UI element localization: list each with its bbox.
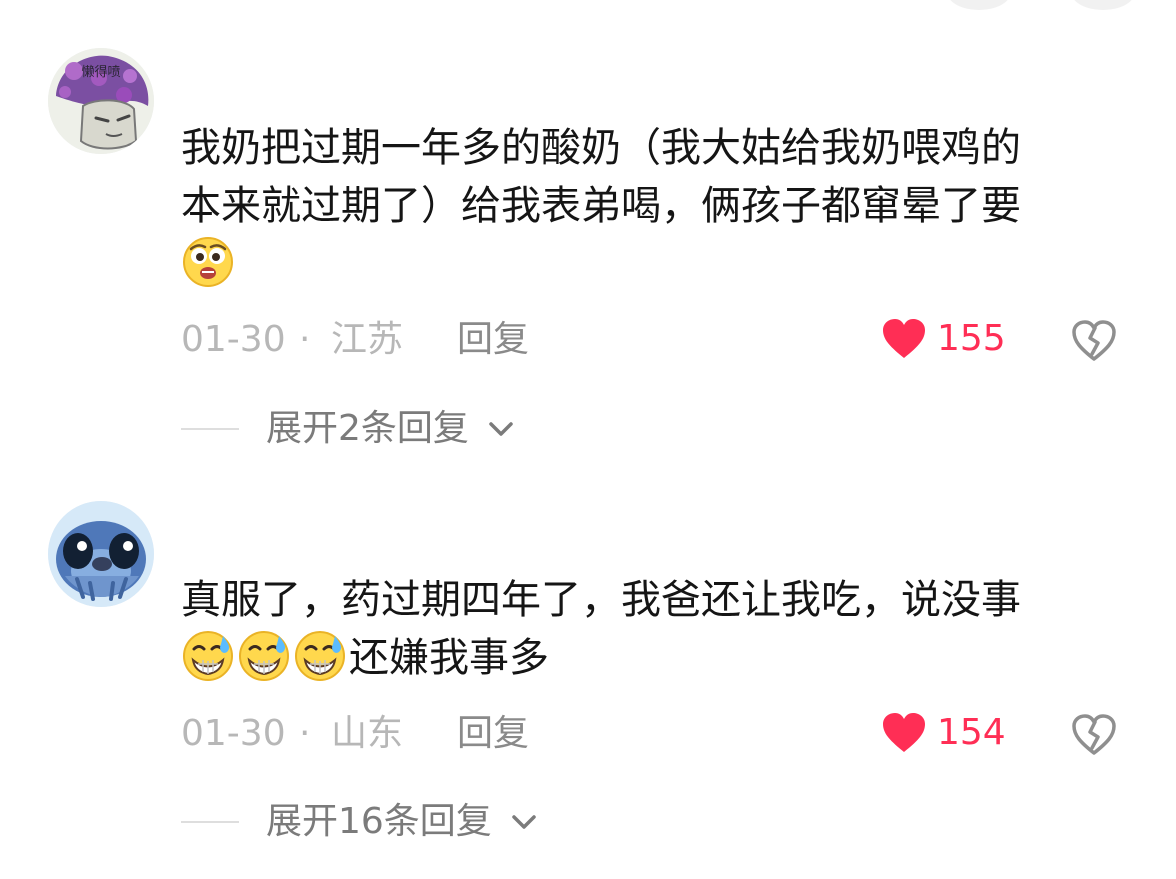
expand-divider <box>181 428 239 430</box>
avatar[interactable]: 懒得喷 <box>48 48 154 154</box>
broken-heart-icon <box>1072 714 1116 755</box>
heart-icon <box>883 713 925 752</box>
expand-replies-button[interactable]: 展开2条回复 <box>266 406 514 452</box>
comment-line: 本来就过期了）给我表弟喝，俩孩子都窜晕了要 <box>181 183 1021 229</box>
comment-location: 江苏 <box>331 319 404 360</box>
chevron-down-icon <box>512 815 537 829</box>
heart-icon <box>883 319 925 358</box>
top-action-chip[interactable] <box>1071 0 1135 10</box>
like-button[interactable]: 155 <box>881 318 1011 362</box>
comment-line: 我奶把过期一年多的酸奶（我大姑给我奶喂鸡的 <box>181 125 1021 171</box>
grin-sweat-emoji <box>293 629 347 683</box>
like-button[interactable]: 154 <box>881 712 1011 756</box>
comment-date: 01-30 <box>181 713 286 754</box>
chevron-down-icon <box>489 422 514 436</box>
comment-line: 真服了，药过期四年了，我爸还让我吃，说没事 <box>181 577 1021 623</box>
grin-sweat-emoji <box>237 629 291 683</box>
comment-location: 山东 <box>331 713 404 754</box>
like-count: 155 <box>937 318 1006 359</box>
meta-separator: · <box>299 713 311 754</box>
comment-thread: 懒得喷 我奶把过期一年多的酸奶（我大姑给我奶喂鸡的 本来就过期了）给我表弟喝，俩… <box>0 0 1176 879</box>
worried-face-emoji <box>181 235 235 289</box>
comment-text: 我奶把过期一年多的酸奶（我大姑给我奶喂鸡的 本来就过期了）给我表弟喝，俩孩子都窜… <box>181 119 1151 293</box>
comment-text: 真服了，药过期四年了，我爸还让我吃，说没事 还嫌我事多 <box>181 571 1151 687</box>
expand-divider <box>181 821 239 823</box>
comment-meta: 01-30 · 山东 回复 154 <box>181 710 1141 758</box>
comment-date: 01-30 <box>181 319 286 360</box>
comment-trailing-text: 还嫌我事多 <box>349 635 549 681</box>
reply-button[interactable]: 回复 <box>457 316 529 364</box>
reply-expand-row: 展开16条回复 <box>181 799 681 845</box>
grin-sweat-emoji <box>181 629 235 683</box>
reply-expand-row: 展开2条回复 <box>181 406 681 452</box>
expand-replies-label: 展开16条回复 <box>266 801 492 842</box>
avatar[interactable] <box>48 501 154 607</box>
expand-replies-button[interactable]: 展开16条回复 <box>266 799 537 845</box>
like-count: 154 <box>937 712 1006 753</box>
dislike-button[interactable] <box>1071 714 1117 756</box>
expand-replies-label: 展开2条回复 <box>266 408 469 449</box>
broken-heart-icon <box>1072 320 1116 361</box>
top-action-chip[interactable] <box>947 0 1011 10</box>
avatar-label: 懒得喷 <box>81 64 120 80</box>
comment-meta: 01-30 · 江苏 回复 155 <box>181 316 1141 364</box>
reply-button[interactable]: 回复 <box>457 710 529 758</box>
dislike-button[interactable] <box>1071 320 1117 362</box>
meta-separator: · <box>299 319 311 360</box>
